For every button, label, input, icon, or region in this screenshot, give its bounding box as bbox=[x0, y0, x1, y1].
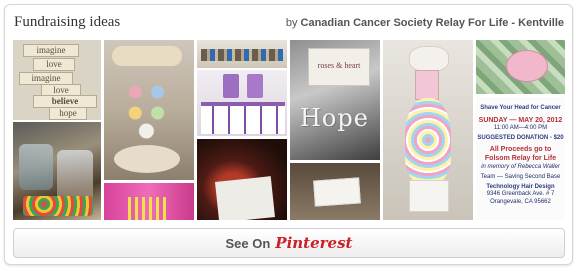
widget-header: Fundraising ideas by Canadian Cancer Soc… bbox=[5, 5, 572, 39]
board-byline: by Canadian Cancer Society Relay For Lif… bbox=[286, 17, 564, 29]
box-label: roses & heart bbox=[317, 61, 361, 70]
pin-word-blocks[interactable]: imagine love imagine love believe hope bbox=[13, 40, 101, 120]
pinterest-board-widget: Fundraising ideas by Canadian Cancer Soc… bbox=[4, 4, 573, 265]
flyer-memory: in memory of Rebecca Waller bbox=[481, 163, 560, 170]
flyer-proceeds1: All Proceeds go to bbox=[489, 146, 552, 154]
flyer-proceeds2: Folsom Relay for Life bbox=[484, 155, 557, 162]
block-row bbox=[201, 49, 283, 61]
cookie-plate bbox=[114, 145, 180, 173]
see-on-pinterest-button[interactable]: See On Pinterest bbox=[13, 228, 565, 258]
flyer-heading: Shave Your Head for Cancer bbox=[480, 105, 561, 111]
paper-note bbox=[215, 176, 275, 220]
pin-hope-box[interactable]: roses & heart Hope bbox=[290, 40, 380, 160]
pin-piggy-bank[interactable] bbox=[476, 40, 565, 94]
lollipop-cone bbox=[405, 98, 451, 182]
pin-purple-cups[interactable] bbox=[197, 70, 287, 136]
flyer-team: Team — Saving Second Base bbox=[480, 174, 561, 181]
word-block: love bbox=[33, 58, 75, 71]
pin-letter-blocks[interactable] bbox=[197, 40, 287, 68]
pin-grid: imagine love imagine love believe hope r… bbox=[13, 40, 565, 220]
pin-candy-jars[interactable] bbox=[13, 122, 101, 220]
flyer-date: SUNDAY — MAY 20, 2012 bbox=[478, 116, 563, 124]
jar-shape bbox=[57, 150, 93, 202]
tag-card bbox=[313, 177, 361, 207]
tree-pot bbox=[409, 180, 449, 212]
flyer-city: Orangevale, CA 95662 bbox=[490, 198, 551, 205]
flyer-donation: SUGGESTED DONATION - $20 bbox=[477, 134, 564, 141]
flyer-venue: Technology Hair Design bbox=[486, 183, 555, 190]
see-on-label: See On bbox=[225, 235, 271, 251]
tree-tag bbox=[415, 70, 439, 100]
board-author-link[interactable]: Canadian Cancer Society Relay For Life -… bbox=[301, 17, 564, 29]
flyer-time: 11:00 AM—4:00 PM bbox=[493, 125, 548, 132]
word-block: imagine bbox=[23, 44, 79, 57]
cup bbox=[223, 74, 239, 98]
frosting-cups bbox=[124, 80, 180, 140]
pin-shave-flyer[interactable]: Shave Your Head for Cancer SUNDAY — MAY … bbox=[476, 97, 565, 220]
candy-dots bbox=[23, 196, 93, 216]
pin-cookies[interactable] bbox=[104, 40, 194, 180]
cup bbox=[247, 74, 263, 98]
pin-lollipop-tree[interactable] bbox=[383, 40, 473, 220]
hope-letters: Hope bbox=[300, 104, 369, 132]
cookie-tray bbox=[112, 46, 182, 66]
pin-pink-craft[interactable] bbox=[104, 183, 194, 220]
piggy-body bbox=[506, 50, 548, 82]
pin-wreath[interactable] bbox=[197, 139, 287, 220]
gift-box: roses & heart bbox=[308, 48, 370, 86]
board-title[interactable]: Fundraising ideas bbox=[14, 14, 120, 31]
jar-shape bbox=[19, 144, 53, 190]
pinterest-logo: Pinterest bbox=[275, 234, 353, 252]
byline-prefix: by bbox=[285, 17, 298, 29]
bow bbox=[409, 46, 449, 72]
cup-row bbox=[201, 102, 285, 134]
pin-gift-tags[interactable] bbox=[290, 163, 380, 220]
craft-stripes bbox=[128, 197, 168, 220]
flyer-street: 9346 Greenback Ave. # 7 bbox=[486, 191, 555, 198]
word-block: hope bbox=[49, 107, 87, 120]
